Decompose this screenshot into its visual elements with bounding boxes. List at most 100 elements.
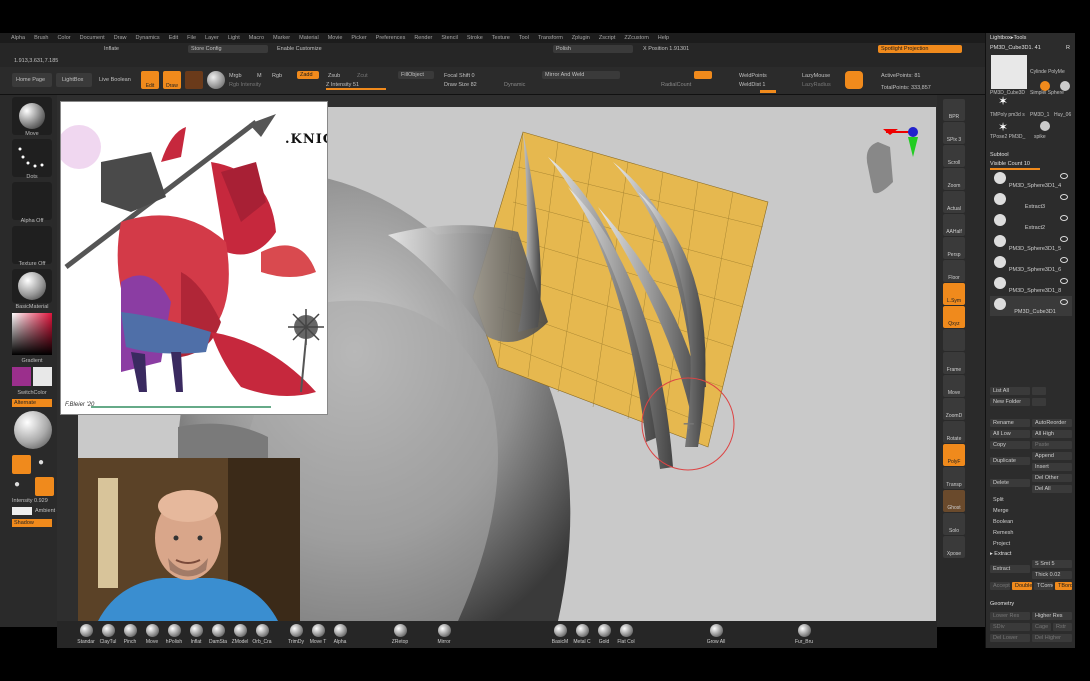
up-arrow-button[interactable]	[1032, 387, 1046, 395]
lightbox-button[interactable]: LightBox	[56, 73, 92, 87]
menu-zzcustom[interactable]: ZZcustom	[624, 35, 648, 41]
menu-zscript[interactable]: Zscript	[599, 35, 616, 41]
polish-button[interactable]: Polish	[553, 45, 633, 53]
shelf-button-actual[interactable]: Actual	[943, 191, 965, 213]
shelf-button-xpose[interactable]: Xpose	[943, 536, 965, 558]
boolean-menu[interactable]: Boolean	[990, 518, 1072, 526]
shelf-button-polyf[interactable]: PolyF	[943, 444, 965, 466]
weld-dist-slider[interactable]: WeldDist 1	[739, 82, 766, 88]
store-config-button[interactable]: Store Config	[188, 45, 268, 53]
shelf-item-gold[interactable]: Gold	[593, 624, 615, 645]
shelf-button-frame[interactable]: Frame	[943, 352, 965, 374]
double-button[interactable]: Double	[1012, 582, 1032, 590]
shelf-item-zretop[interactable]: ZRetop	[389, 624, 411, 645]
inflate-label[interactable]: Inflate	[104, 46, 119, 52]
draw-size-slider[interactable]: Draw Size 82	[444, 82, 477, 88]
subtool-row[interactable]: PM3D_Sphere3D1_5	[990, 233, 1072, 253]
eye-icon[interactable]	[1060, 257, 1068, 263]
live-boolean-button[interactable]: Live Boolean	[99, 77, 131, 83]
menu-file[interactable]: File	[187, 35, 196, 41]
tool-thumb-label-3[interactable]: TMPoly pm3d s	[990, 112, 1025, 118]
subtool-row[interactable]: PM3D_Sphere3D1_8	[990, 275, 1072, 295]
split-menu[interactable]: Split	[990, 496, 1072, 504]
material-sphere-icon[interactable]	[207, 71, 225, 89]
rstr-button[interactable]: Rstr	[1053, 623, 1072, 631]
shelf-item-damsta[interactable]: DamSta	[207, 624, 229, 645]
shelf-button-move[interactable]: Move	[943, 375, 965, 397]
mrgb-button[interactable]: Mrgb	[229, 73, 242, 79]
sphere-tool-icon[interactable]	[1060, 81, 1070, 91]
del-lower-button[interactable]: Del Lower	[990, 634, 1030, 642]
tool-thumb-label-5[interactable]: Huy_06	[1054, 112, 1071, 118]
radial-count-slider[interactable]: RadialCount	[661, 82, 691, 88]
subtool-row[interactable]: PM3D_Sphere3D1_4	[990, 170, 1072, 190]
menu-edit[interactable]: Edit	[169, 35, 178, 41]
menu-alpha[interactable]: Alpha	[11, 35, 25, 41]
menu-picker[interactable]: Picker	[351, 35, 366, 41]
all-low-button[interactable]: All Low	[990, 430, 1030, 438]
light-bulb-4-icon[interactable]	[35, 477, 54, 496]
subtool-row[interactable]: Extract3	[990, 191, 1072, 211]
shelf-button-bpr[interactable]: BPR	[943, 99, 965, 121]
extract-header[interactable]: ▸ Extract	[990, 551, 1072, 557]
menu-transform[interactable]: Transform	[538, 35, 563, 41]
auto-reorder-button[interactable]: AutoReorder	[1032, 419, 1072, 427]
shelf-button-ghost[interactable]: Ghost	[943, 490, 965, 512]
menu-preferences[interactable]: Preferences	[376, 35, 406, 41]
accept-button[interactable]: Accept	[990, 582, 1010, 590]
eye-icon[interactable]	[1060, 215, 1068, 221]
menu-zplugin[interactable]: Zplugin	[572, 35, 590, 41]
eye-icon[interactable]	[1060, 236, 1068, 242]
visible-count-slider[interactable]: Visible Count 10	[990, 161, 1072, 167]
shelf-item-move[interactable]: Move	[141, 624, 163, 645]
home-page-button[interactable]: Home Page	[12, 73, 52, 87]
stroke-thumbnail[interactable]	[12, 139, 52, 177]
thick-slider[interactable]: Thick 0.02	[1032, 571, 1072, 579]
shelf-item-basicm[interactable]: BasicM	[549, 624, 571, 645]
eye-icon[interactable]	[1060, 299, 1068, 305]
tpose-star-icon[interactable]: ✶	[998, 121, 1010, 133]
tool-thumb-label-6[interactable]: TPose2 PM3D_	[990, 134, 1025, 140]
menu-dynamics[interactable]: Dynamics	[136, 35, 160, 41]
shelf-item-alpha[interactable]: Alpha	[329, 624, 351, 645]
shelf-item-flat-col[interactable]: Flat Col	[615, 624, 637, 645]
project-menu[interactable]: Project	[990, 540, 1072, 548]
subtool-row[interactable]: PM3D_Cube3D1	[990, 296, 1072, 316]
m-button[interactable]: M	[257, 73, 262, 79]
s-smt-slider[interactable]: S Smt 5	[1032, 560, 1072, 568]
menu-brush[interactable]: Brush	[34, 35, 48, 41]
rgb-intensity-slider[interactable]: Rgb Intensity	[229, 82, 261, 88]
cylinder-tool-icon[interactable]	[1040, 81, 1050, 91]
duplicate-button[interactable]: Duplicate	[990, 457, 1030, 465]
shelf-button-floor[interactable]: Floor	[943, 260, 965, 282]
shelf-button-qxyz[interactable]: Qxyz	[943, 306, 965, 328]
paste-button[interactable]: Paste	[1032, 441, 1072, 449]
ambient-swatch[interactable]	[12, 507, 32, 515]
light-bulb-3-icon[interactable]: ●	[14, 479, 28, 493]
draw-mode-button[interactable]: Draw	[163, 71, 181, 89]
subtool-header[interactable]: Subtool	[990, 152, 1072, 158]
alternate-button[interactable]: Alternate	[12, 399, 52, 407]
alpha-thumbnail[interactable]	[12, 182, 52, 220]
list-all-button[interactable]: List All	[990, 387, 1030, 395]
menu-texture[interactable]: Texture	[492, 35, 510, 41]
intensity-slider[interactable]: Intensity 0.929	[12, 498, 48, 504]
material-thumbnail[interactable]	[12, 269, 52, 303]
append-button[interactable]: Append	[1032, 452, 1072, 460]
color-picker[interactable]	[12, 313, 52, 355]
tborde-button[interactable]: TBorde	[1055, 582, 1072, 590]
higher-res-button[interactable]: Higher Res	[1032, 612, 1072, 620]
menu-draw[interactable]: Draw	[114, 35, 127, 41]
move-mode-icon[interactable]	[185, 71, 203, 89]
spotlight-projection-button[interactable]: Spotlight Projection	[878, 45, 962, 53]
shadow-button[interactable]: Shadow	[12, 519, 52, 527]
texture-thumbnail[interactable]	[12, 226, 52, 264]
switch-color-button[interactable]: SwitchColor	[12, 390, 52, 396]
insert-button[interactable]: Insert	[1032, 463, 1072, 471]
eye-icon[interactable]	[1060, 194, 1068, 200]
edit-mode-button[interactable]: Edit	[141, 71, 159, 89]
new-folder-button[interactable]: New Folder	[990, 398, 1030, 406]
all-high-button[interactable]: All High	[1032, 430, 1072, 438]
menu-render[interactable]: Render	[414, 35, 432, 41]
shelf-item-pinch[interactable]: Pinch	[119, 624, 141, 645]
